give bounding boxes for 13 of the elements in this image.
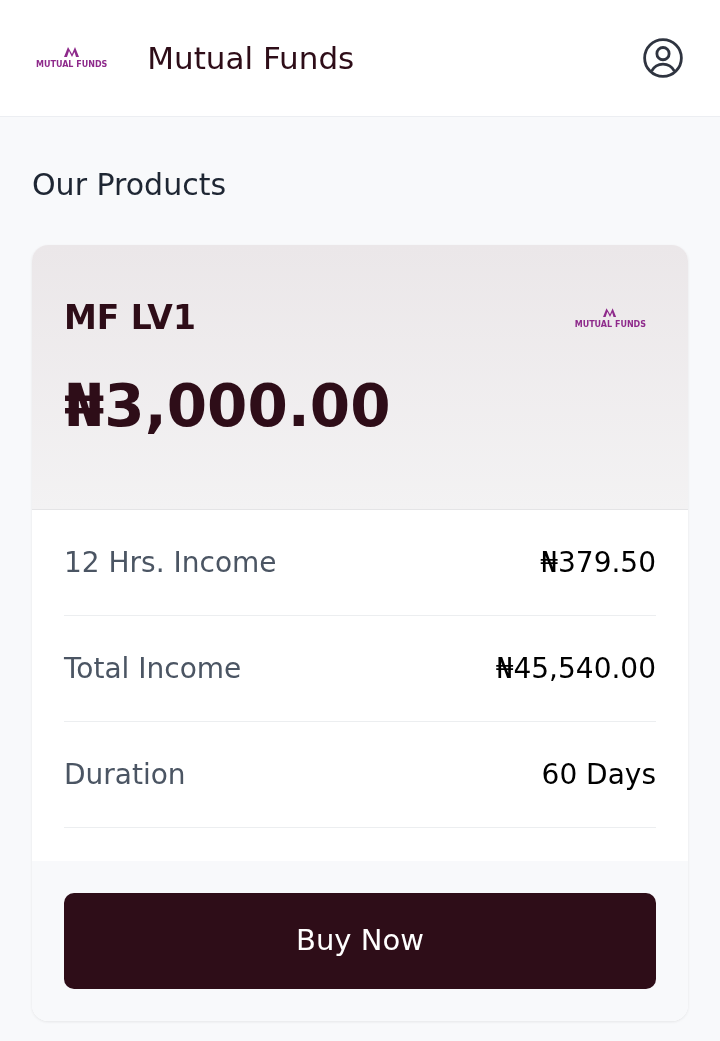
logo-text: MUTUAL FUNDS <box>36 60 108 69</box>
product-name: MF LV1 <box>64 297 196 339</box>
section-title: Our Products <box>32 166 228 204</box>
app-title: Mutual Funds <box>147 38 355 78</box>
row-value: ₦379.50 <box>540 544 656 581</box>
logo-text: MUTUAL FUNDS <box>574 319 646 329</box>
row-value: 60 Days <box>541 756 656 793</box>
row-value: ₦45,540.00 <box>495 650 656 687</box>
row-label: Duration <box>64 756 186 793</box>
product-price: ₦3,000.00 <box>64 371 392 441</box>
buy-now-button[interactable]: Buy Now <box>64 893 656 989</box>
row-label: 12 Hrs. Income <box>64 544 277 581</box>
row-label: Total Income <box>64 650 242 687</box>
